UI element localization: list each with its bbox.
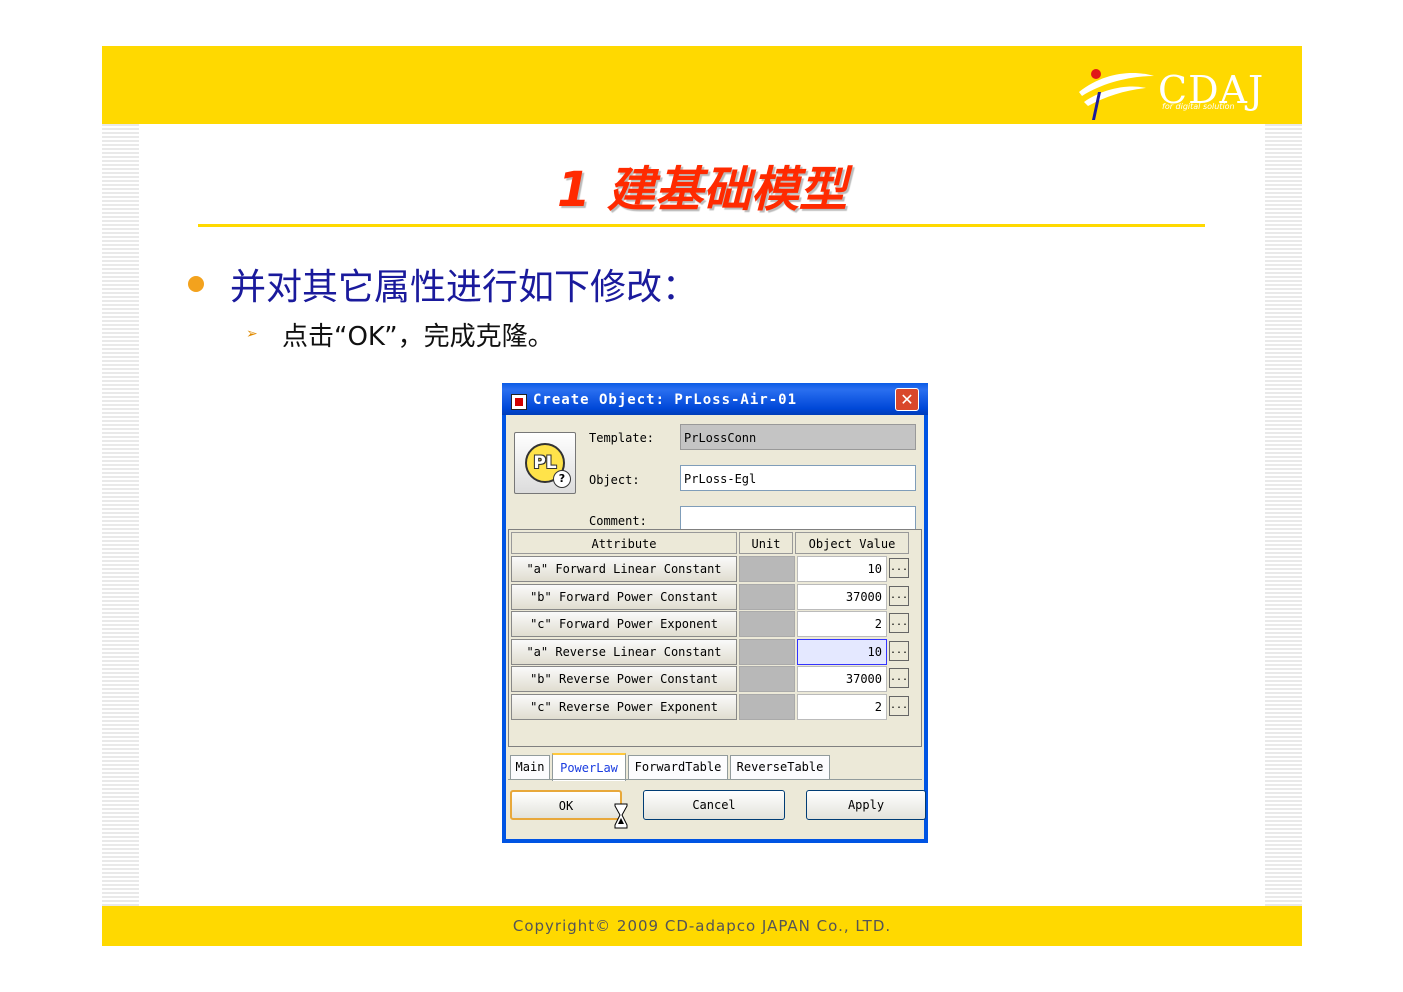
unit-cell — [739, 694, 795, 720]
sub-bullet-text: 点击“OK”，完成克隆。 — [282, 322, 554, 352]
comment-label: Comment: — [589, 514, 647, 528]
object-name-input[interactable]: PrLoss-Egl — [680, 465, 916, 491]
attribute-cell[interactable]: "b" Reverse Power Constant — [511, 666, 737, 692]
close-button[interactable]: ✕ — [895, 388, 919, 411]
value-cell[interactable]: 2 — [797, 694, 887, 720]
tab-baseline — [508, 779, 922, 780]
tab-forwardtable[interactable]: ForwardTable — [628, 755, 728, 779]
value-cell-selected[interactable]: 10 — [797, 639, 887, 665]
attribute-cell[interactable]: "b" Forward Power Constant — [511, 584, 737, 610]
browse-button[interactable]: ... — [889, 558, 909, 578]
value-cell[interactable]: 2 — [797, 611, 887, 637]
bullet-dot-icon — [188, 276, 204, 292]
tab-reversetable[interactable]: ReverseTable — [730, 755, 830, 779]
right-stripe — [1265, 124, 1302, 906]
value-cell[interactable]: 37000 — [797, 666, 887, 692]
browse-button[interactable]: ... — [889, 668, 909, 688]
attribute-cell[interactable]: "a" Forward Linear Constant — [511, 556, 737, 582]
unit-cell — [739, 556, 795, 582]
attribute-cell[interactable]: "a" Reverse Linear Constant — [511, 639, 737, 665]
bullet-text: 并对其它属性进行如下修改： — [230, 267, 699, 308]
browse-button[interactable]: ... — [889, 696, 909, 716]
dialog-titlebar[interactable]: Create Object: PrLoss-Air-01 ✕ — [502, 383, 928, 415]
top-banner: CDAJ for digital solution — [102, 46, 1302, 124]
unit-cell — [739, 639, 795, 665]
table-row: "a" Forward Linear Constant 10 ... — [511, 556, 917, 582]
table-row: "b" Reverse Power Constant 37000 ... — [511, 666, 917, 692]
tab-main[interactable]: Main — [510, 755, 550, 779]
dialog-body: PL ? Template: PrLossConn Object: PrLoss… — [506, 415, 926, 839]
value-cell[interactable]: 10 — [797, 556, 887, 582]
left-stripe — [102, 124, 139, 906]
app-icon — [511, 394, 527, 410]
table-row: "c" Reverse Power Exponent 2 ... — [511, 694, 917, 720]
object-label: Object: — [589, 473, 640, 487]
cancel-button[interactable]: Cancel — [643, 790, 785, 820]
logo-tagline: for digital solution — [1162, 102, 1235, 111]
column-header-attribute[interactable]: Attribute — [511, 532, 737, 554]
unit-cell — [739, 666, 795, 692]
create-object-dialog: Create Object: PrLoss-Air-01 ✕ PL ? Temp… — [502, 383, 928, 843]
hourglass-cursor-icon — [614, 803, 628, 829]
template-field: PrLossConn — [680, 424, 916, 450]
unit-cell — [739, 611, 795, 637]
slide-title: 1 建基础模型 — [556, 162, 848, 218]
slide: CDAJ for digital solution 1 建基础模型 并对其它属性… — [102, 46, 1302, 946]
unit-cell — [739, 584, 795, 610]
table-row: "b" Forward Power Constant 37000 ... — [511, 584, 917, 610]
template-label: Template: — [589, 431, 655, 445]
browse-button[interactable]: ... — [889, 613, 909, 633]
table-row: "c" Forward Power Exponent 2 ... — [511, 611, 917, 637]
tab-powerlaw[interactable]: PowerLaw — [552, 753, 626, 781]
column-header-unit[interactable]: Unit — [739, 532, 793, 554]
ok-button[interactable]: OK — [510, 790, 622, 820]
sub-bullet-arrow-icon: ➢ — [246, 326, 258, 342]
value-cell[interactable]: 37000 — [797, 584, 887, 610]
title-divider — [198, 224, 1205, 227]
help-badge-icon: ? — [553, 470, 571, 488]
browse-button[interactable]: ... — [889, 641, 909, 661]
attribute-table: Attribute Unit Object Value "a" Forward … — [508, 529, 922, 747]
copyright-text: Copyright© 2009 CD-adapco JAPAN Co., LTD… — [512, 917, 892, 935]
bottom-banner: Copyright© 2009 CD-adapco JAPAN Co., LTD… — [102, 906, 1302, 946]
apply-button[interactable]: Apply — [806, 790, 926, 820]
table-row: "a" Reverse Linear Constant 10 ... — [511, 639, 917, 665]
template-icon-button[interactable]: PL ? — [514, 432, 576, 494]
browse-button[interactable]: ... — [889, 586, 909, 606]
attribute-cell[interactable]: "c" Reverse Power Exponent — [511, 694, 737, 720]
attribute-cell[interactable]: "c" Forward Power Exponent — [511, 611, 737, 637]
column-header-object-value[interactable]: Object Value — [795, 532, 909, 554]
dialog-title: Create Object: PrLoss-Air-01 — [533, 392, 798, 408]
